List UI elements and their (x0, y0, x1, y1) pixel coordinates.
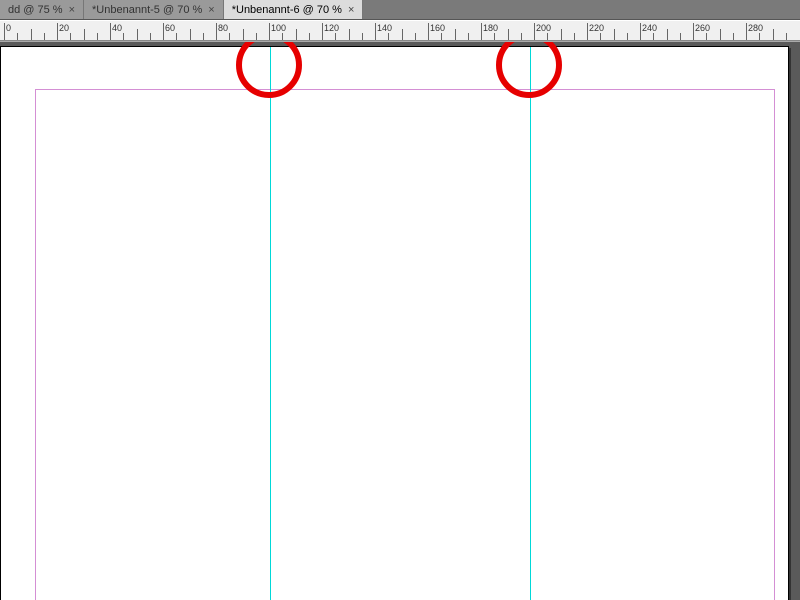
ruler-tick-label: 120 (324, 23, 339, 33)
ruler-tick-minor (17, 33, 18, 41)
ruler-tick-label: 100 (271, 23, 286, 33)
ruler-tick-minor (706, 33, 707, 41)
ruler-tick-minor (680, 33, 681, 41)
ruler-tick-minor (362, 33, 363, 41)
ruler-row: 0 20 40 60 80 100 120 140 160 180 200 220 240 260 280 (0, 20, 800, 42)
ruler-tick-minor (521, 33, 522, 41)
ruler-tick-minor (150, 33, 151, 41)
ruler-tick-minor (402, 29, 403, 41)
ruler-tick-minor (243, 29, 244, 41)
ruler-tick-minor (137, 29, 138, 41)
ruler-tick-minor (547, 33, 548, 41)
ruler-tick (110, 23, 111, 41)
ruler-tick (163, 23, 164, 41)
ruler-tick-minor (494, 33, 495, 41)
ruler-tick-label: 200 (536, 23, 551, 33)
ruler-tick (57, 23, 58, 41)
ruler-tick-label: 140 (377, 23, 392, 33)
ruler-tick-label: 80 (218, 23, 228, 33)
ruler-tick-minor (614, 29, 615, 41)
ruler-tick-minor (296, 29, 297, 41)
ruler-tick (269, 23, 270, 41)
ruler-tick-minor (84, 29, 85, 41)
ruler-tick-minor (388, 33, 389, 41)
ruler-tick-minor (561, 29, 562, 41)
close-icon[interactable]: × (208, 4, 214, 16)
ruler-tick (481, 23, 482, 41)
ruler-tick-label: 60 (165, 23, 175, 33)
ruler-tick-label: 0 (6, 23, 11, 33)
tab-label: *Unbenannt-6 @ 70 % (232, 4, 342, 16)
ruler-tick-label: 260 (695, 23, 710, 33)
ruler-tick-minor (733, 33, 734, 41)
ruler-tick-minor (229, 33, 230, 41)
tab-label: *Unbenannt-5 @ 70 % (92, 4, 202, 16)
ruler-tick-minor (441, 33, 442, 41)
ruler-tick-minor (203, 33, 204, 41)
ruler-tick (693, 23, 694, 41)
document-tab[interactable]: *Unbenannt-6 @ 70 % × (224, 0, 364, 19)
ruler-tick (746, 23, 747, 41)
ruler-tick (375, 23, 376, 41)
ruler-tick-minor (600, 33, 601, 41)
horizontal-ruler[interactable]: 0 20 40 60 80 100 120 140 160 180 200 220 240 260 280 (0, 21, 800, 41)
ruler-tick-label: 160 (430, 23, 445, 33)
ruler-tick-minor (44, 33, 45, 41)
document-tab[interactable]: dd @ 75 % × (0, 0, 84, 19)
ruler-tick-minor (720, 29, 721, 41)
ruler-tick-label: 20 (59, 23, 69, 33)
ruler-tick-minor (190, 29, 191, 41)
ruler-tick-label: 180 (483, 23, 498, 33)
ruler-tick-minor (574, 33, 575, 41)
ruler-tick-minor (786, 33, 787, 41)
ruler-tick-minor (415, 33, 416, 41)
vertical-guide[interactable] (270, 47, 271, 600)
ruler-tick (4, 23, 5, 41)
ruler-tick (640, 23, 641, 41)
ruler-tick-label: 40 (112, 23, 122, 33)
ruler-tick-minor (176, 33, 177, 41)
ruler-tick-minor (335, 33, 336, 41)
ruler-tick-minor (123, 33, 124, 41)
ruler-tick-minor (468, 33, 469, 41)
ruler-tick (587, 23, 588, 41)
ruler-tick-minor (759, 33, 760, 41)
ruler-tick-label: 220 (589, 23, 604, 33)
document-tab-bar: dd @ 75 % × *Unbenannt-5 @ 70 % × *Unben… (0, 0, 800, 20)
ruler-tick-label: 280 (748, 23, 763, 33)
ruler-tick-minor (256, 33, 257, 41)
ruler-tick-minor (455, 29, 456, 41)
ruler-tick-minor (667, 29, 668, 41)
vertical-guide[interactable] (530, 47, 531, 600)
ruler-tick-minor (70, 33, 71, 41)
ruler-tick (534, 23, 535, 41)
ruler-tick-minor (627, 33, 628, 41)
ruler-tick-label: 240 (642, 23, 657, 33)
ruler-tick-minor (97, 33, 98, 41)
close-icon[interactable]: × (348, 4, 354, 16)
canvas-area[interactable] (0, 42, 800, 600)
margin-frame (35, 89, 775, 600)
ruler-tick-minor (653, 33, 654, 41)
ruler-tick (322, 23, 323, 41)
ruler-tick-minor (349, 29, 350, 41)
document-tab[interactable]: *Unbenannt-5 @ 70 % × (84, 0, 224, 19)
close-icon[interactable]: × (69, 4, 75, 16)
tab-label: dd @ 75 % (8, 4, 63, 16)
ruler-tick (428, 23, 429, 41)
ruler-tick-minor (508, 29, 509, 41)
ruler-tick-minor (282, 33, 283, 41)
ruler-tick-minor (773, 29, 774, 41)
artboard[interactable] (0, 46, 789, 600)
ruler-tick (216, 23, 217, 41)
ruler-tick-minor (31, 29, 32, 41)
ruler-tick-minor (309, 33, 310, 41)
